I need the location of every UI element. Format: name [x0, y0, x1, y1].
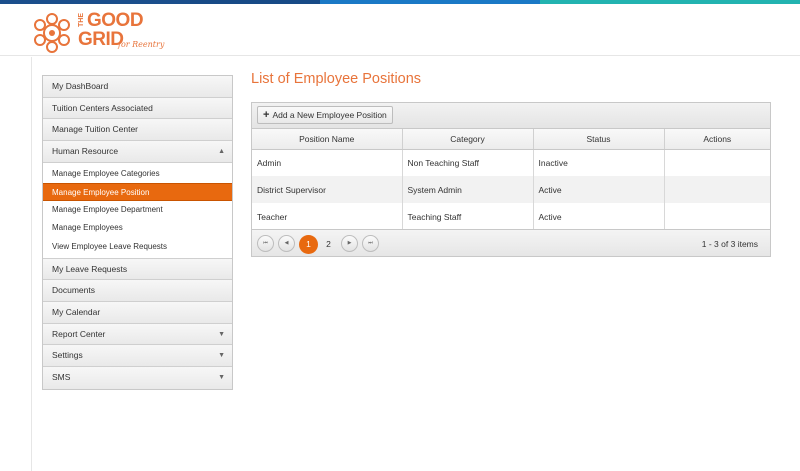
- prev-page-icon[interactable]: ◀: [278, 235, 295, 252]
- sidebar-item-label: Settings: [52, 350, 83, 361]
- header: THE GOOD GRID for Reentry: [0, 4, 800, 56]
- sidebar-item-manage-tuition-center[interactable]: Manage Tuition Center: [43, 119, 232, 142]
- cell-actions: [664, 176, 770, 203]
- sidebar-item-label: Tuition Centers Associated: [52, 102, 153, 113]
- cell-position-name: District Supervisor: [252, 176, 403, 203]
- page-2-button[interactable]: 2: [319, 235, 338, 254]
- positions-table: Position Name Category Status Actions Ad…: [252, 129, 770, 230]
- sidebar-item-label: My Leave Requests: [52, 263, 128, 274]
- table-row[interactable]: Teacher Teaching Staff Active: [252, 203, 770, 230]
- add-button-label: Add a New Employee Position: [272, 110, 387, 120]
- cell-status: Inactive: [533, 149, 665, 176]
- cell-category: Non Teaching Staff: [402, 149, 534, 176]
- page-1-button[interactable]: 1: [299, 235, 318, 254]
- sidebar-item-settings[interactable]: Settings ▼: [43, 345, 232, 368]
- sidebar-item-label: Documents: [52, 285, 95, 296]
- sidebar-item-my-calendar[interactable]: My Calendar: [43, 302, 232, 324]
- column-header-position-name[interactable]: Position Name: [252, 129, 403, 150]
- sidebar-nav: My DashBoard Tuition Centers Associated …: [42, 75, 233, 390]
- caret-down-icon: ▼: [218, 352, 225, 360]
- sidebar-item-label: Manage Tuition Center: [52, 124, 138, 135]
- submenu-item-view-leave-requests[interactable]: View Employee Leave Requests: [43, 238, 232, 256]
- submenu-item-manage-employee-department[interactable]: Manage Employee Department: [43, 201, 232, 219]
- sidebar-item-human-resource[interactable]: Human Resource ▲: [43, 141, 232, 163]
- logo-good-text: GOOD: [87, 10, 144, 31]
- pagination-info: 1 - 3 of 3 items: [701, 239, 758, 249]
- sidebar-item-label: My DashBoard: [52, 81, 109, 91]
- sidebar-item-label: SMS: [52, 372, 71, 383]
- brand-logo[interactable]: THE GOOD GRID for Reentry: [30, 11, 180, 55]
- add-employee-position-button[interactable]: + Add a New Employee Position: [257, 106, 393, 124]
- cell-position-name: Teacher: [252, 203, 403, 230]
- cell-category: Teaching Staff: [402, 203, 534, 230]
- sidebar-item-tuition-centers-associated[interactable]: Tuition Centers Associated: [43, 97, 232, 120]
- first-page-icon[interactable]: ⏮: [257, 235, 274, 252]
- table-row[interactable]: District Supervisor System Admin Active: [252, 176, 770, 203]
- column-header-status[interactable]: Status: [533, 129, 665, 150]
- sidebar-item-label: Human Resource: [52, 146, 119, 157]
- sidebar-item-label: Report Center: [52, 328, 106, 339]
- cell-category: System Admin: [402, 176, 534, 203]
- caret-up-icon: ▲: [218, 148, 225, 156]
- cell-actions: [664, 149, 770, 176]
- cell-position-name: Admin: [252, 149, 403, 176]
- table-row[interactable]: Admin Non Teaching Staff Inactive: [252, 149, 770, 176]
- page-title: List of Employee Positions: [251, 71, 422, 87]
- column-header-category[interactable]: Category: [402, 129, 534, 150]
- submenu-item-manage-employees[interactable]: Manage Employees: [43, 219, 232, 237]
- cell-status: Active: [533, 203, 665, 230]
- sidebar-item-my-leave-requests[interactable]: My Leave Requests: [43, 258, 232, 281]
- caret-down-icon: ▼: [218, 374, 225, 382]
- grid-toolbar: + Add a New Employee Position: [252, 103, 770, 129]
- column-header-actions: Actions: [664, 129, 770, 150]
- sidebar-item-sms[interactable]: SMS ▼: [43, 367, 232, 389]
- employee-positions-grid: + Add a New Employee Position Position Na…: [251, 102, 771, 257]
- gear-logo-icon: [34, 13, 70, 53]
- submenu-item-manage-employee-categories[interactable]: Manage Employee Categories: [43, 165, 232, 183]
- human-resource-submenu: Manage Employee Categories Manage Employ…: [43, 162, 232, 259]
- logo-tagline: for Reentry: [118, 40, 165, 49]
- last-page-icon[interactable]: ⏭: [362, 235, 379, 252]
- pagination-bar: ⏮ ◀ 1 2 ▶ ⏭ 1 - 3 of 3 items: [252, 229, 770, 256]
- submenu-item-manage-employee-position[interactable]: Manage Employee Position: [43, 182, 232, 202]
- logo-grid-text: GRID: [78, 29, 124, 50]
- cell-actions: [664, 203, 770, 230]
- sidebar-item-documents[interactable]: Documents: [43, 280, 232, 303]
- sidebar-item-report-center[interactable]: Report Center ▼: [43, 323, 232, 346]
- table-header-row: Position Name Category Status Actions: [252, 129, 770, 150]
- sidebar-item-label: My Calendar: [52, 307, 101, 318]
- logo-the-text: THE: [78, 13, 85, 27]
- next-page-icon[interactable]: ▶: [341, 235, 358, 252]
- caret-down-icon: ▼: [218, 330, 225, 338]
- sidebar-item-dashboard[interactable]: My DashBoard: [43, 76, 232, 98]
- cell-status: Active: [533, 176, 665, 203]
- plus-icon: +: [263, 109, 270, 121]
